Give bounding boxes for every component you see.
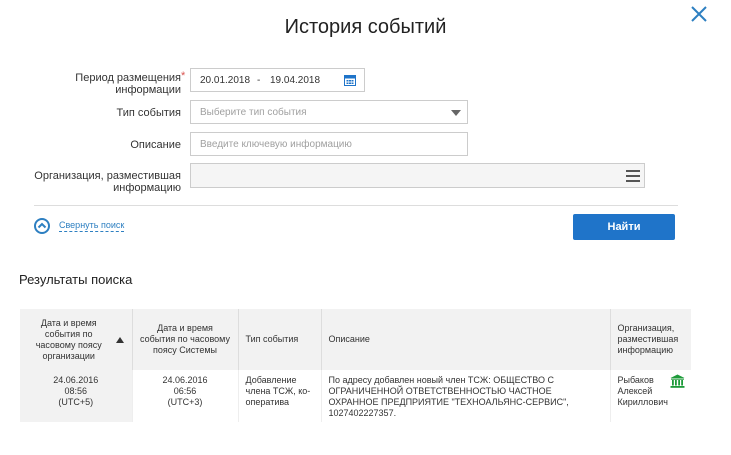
organization-field[interactable] [190,163,645,188]
system-time: 06:56 [173,386,197,396]
close-button[interactable] [690,5,708,23]
organization-label: Организация, разместившая информацию [34,170,181,194]
required-mark: * [181,70,186,82]
org-timezone: (UTC+5) [58,397,94,407]
menu-icon[interactable] [626,170,640,182]
period-field[interactable]: 20.01.2018 - 19.04.2018 [190,68,365,92]
column-header-event-type[interactable]: Тип события [237,309,321,370]
period-separator: - [257,75,261,86]
dialog-title: История событий [284,16,447,38]
column-header-label: Дата и время события по часовому поясу о… [35,317,102,361]
cell-description: По адресу добавлен новый член ТСЖ: ОБЩЕС… [320,370,610,422]
cell-event-type: Добавление члена ТСЖ, ко-оператива [237,370,321,422]
organization-name: Рыбаков Алексей Кириллович [617,375,668,407]
cell-system-datetime: 24.06.2016 06:56 (UTC+3) [131,370,238,422]
cell-organization: Рыбаков Алексей Кириллович [609,370,691,422]
divider [34,205,678,206]
cell-org-datetime: 24.06.2016 08:56 (UTC+5) [20,370,132,422]
calendar-icon[interactable] [344,74,356,86]
description-label: Описание [130,139,181,151]
results-title: Результаты поиска [19,272,133,287]
collapse-search-label[interactable]: Свернуть поиск [59,220,125,232]
collapse-search-link[interactable]: Свернуть поиск [34,218,125,234]
system-timezone: (UTC+3) [167,397,203,407]
column-header-org-date[interactable]: Дата и время события по часовому поясу о… [20,309,132,370]
column-header-system-date[interactable]: Дата и время события по часовому поясу С… [131,309,238,370]
close-icon[interactable] [690,5,708,23]
org-date: 24.06.2016 [53,375,99,385]
column-header-organization[interactable]: Организация, разместившая информацию [609,309,691,370]
table-header-row: Дата и время события по часовому поясу о… [20,309,691,370]
chevron-up-icon[interactable] [34,218,50,234]
type-select[interactable]: Выберите тип события [190,100,468,124]
results-table: Дата и время события по часовому поясу о… [20,309,691,422]
period-label: Период размещения информации [75,72,181,96]
type-placeholder: Выберите тип события [200,107,307,118]
column-header-description[interactable]: Описание [320,309,610,370]
system-date: 24.06.2016 [162,375,208,385]
period-to[interactable]: 19.04.2018 [270,75,320,86]
org-time: 08:56 [64,386,88,396]
sort-asc-icon[interactable] [115,336,124,343]
find-button[interactable]: Найти [573,214,675,240]
period-from[interactable]: 20.01.2018 [200,75,250,86]
description-input[interactable]: Введите ключевую информацию [190,132,468,156]
type-label: Тип события [116,107,181,119]
description-placeholder: Введите ключевую информацию [200,139,352,150]
bank-icon [670,374,685,388]
table-row[interactable]: 24.06.2016 08:56 (UTC+5) 24.06.2016 06:5… [20,370,691,422]
chevron-down-icon[interactable] [451,110,461,116]
